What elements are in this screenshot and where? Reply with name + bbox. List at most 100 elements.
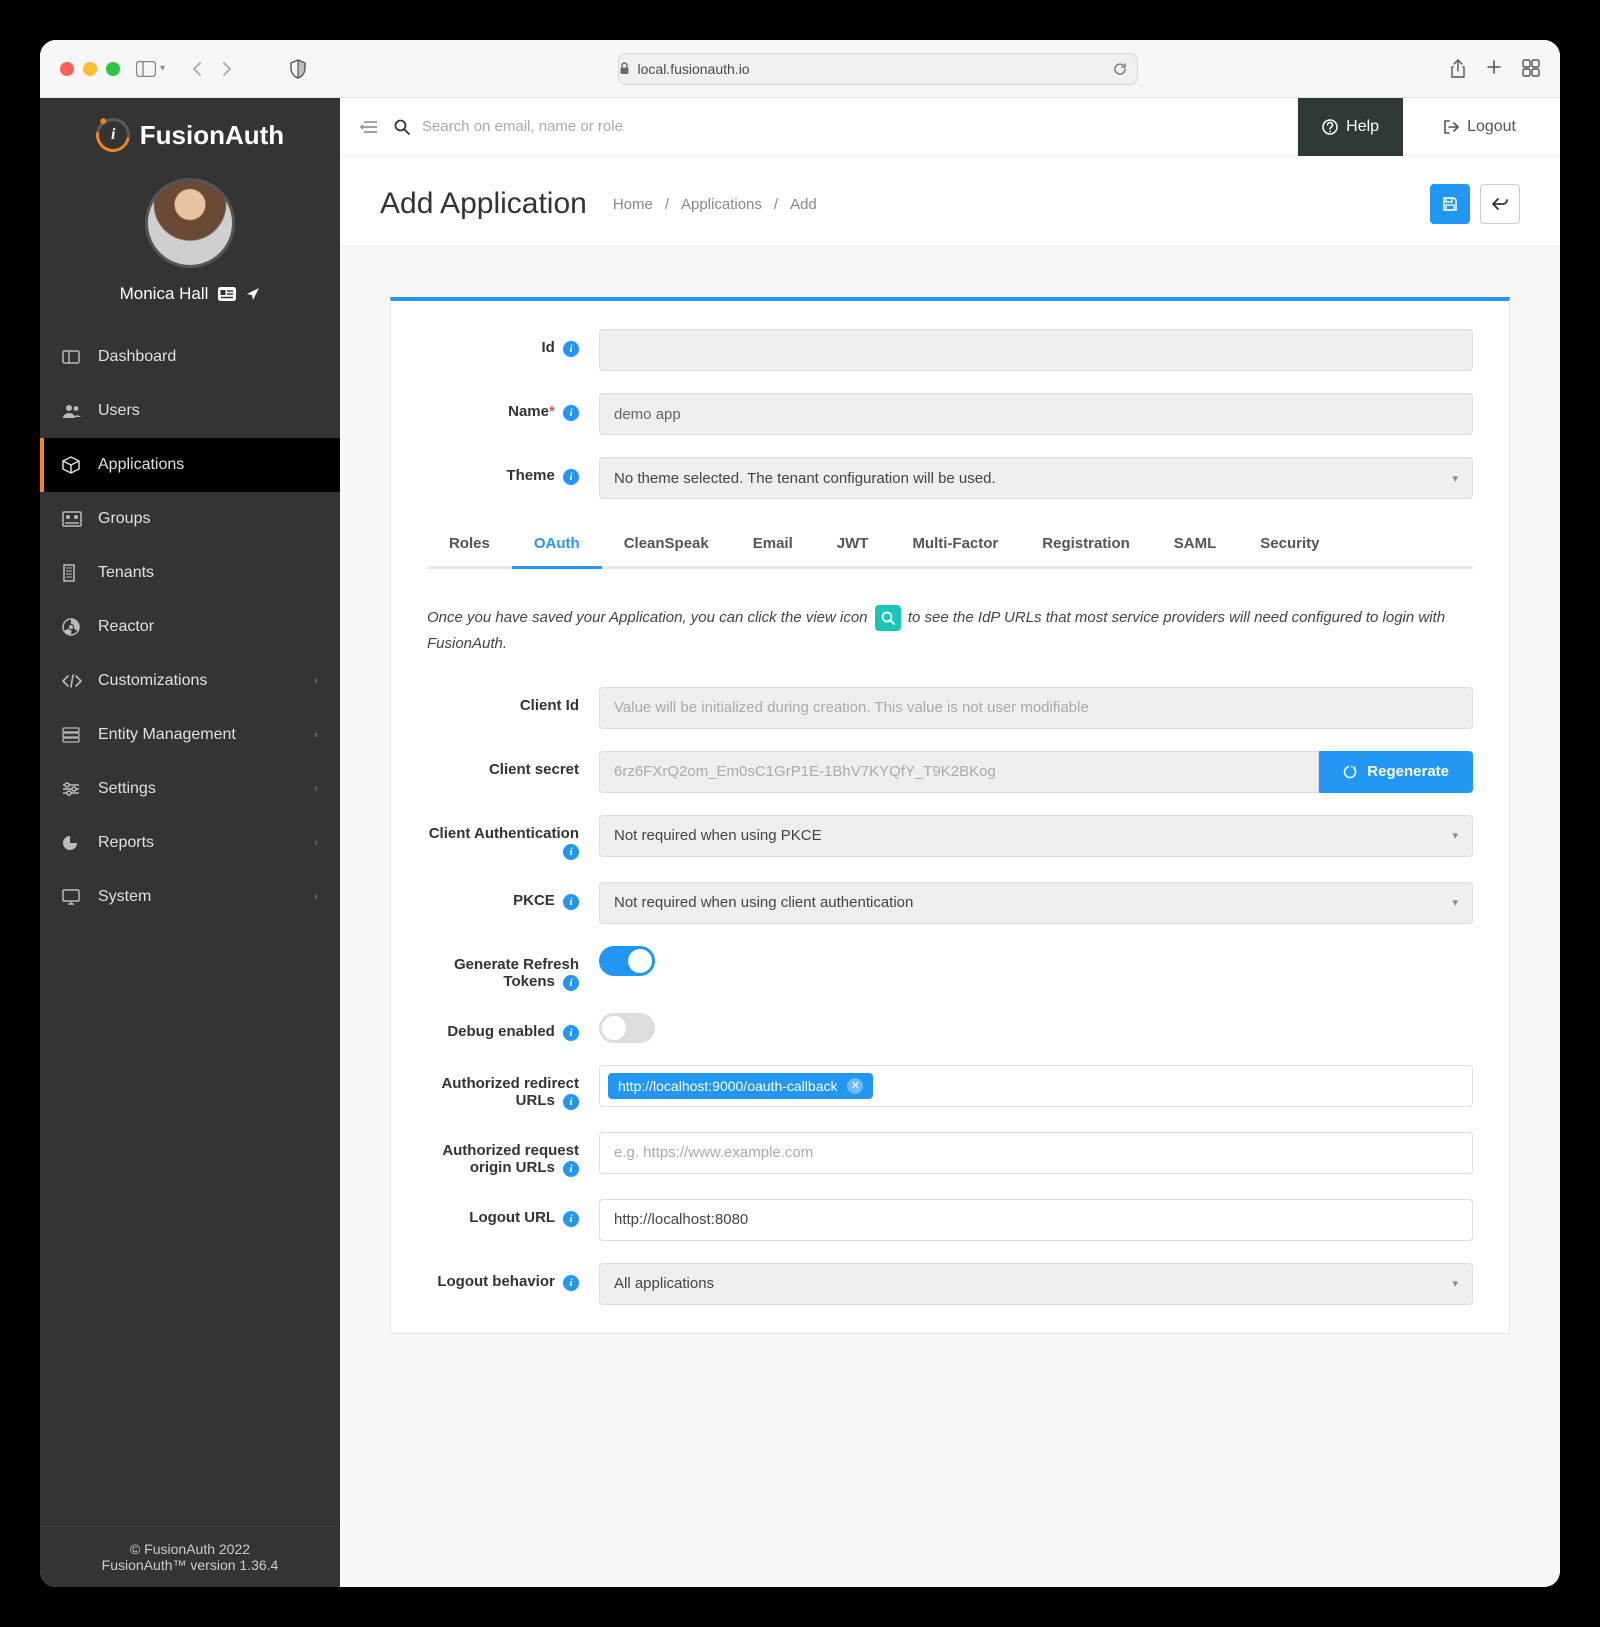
shield-icon[interactable] <box>289 59 307 79</box>
cube-icon <box>62 456 82 474</box>
sidebar-item-reports[interactable]: Reports‹ <box>40 816 340 870</box>
theme-select[interactable]: No theme selected. The tenant configurat… <box>599 457 1473 499</box>
logout-button[interactable]: Logout <box>1419 98 1540 156</box>
tab-overview-icon[interactable] <box>1522 59 1540 79</box>
tab-oauth[interactable]: OAuth <box>512 521 602 569</box>
sidebar-nav: Dashboard Users Applications Groups Tena… <box>40 330 340 1526</box>
origin-urls-label: Authorized request origin URLs i <box>427 1132 599 1177</box>
redirect-urls-label: Authorized redirect URLs i <box>427 1065 599 1110</box>
origin-urls-input[interactable] <box>599 1132 1473 1174</box>
back-button[interactable] <box>1480 184 1520 224</box>
remove-chip-icon[interactable]: ✕ <box>847 1078 863 1094</box>
page-title: Add Application <box>380 187 587 221</box>
breadcrumb-applications[interactable]: Applications <box>681 196 762 213</box>
tab-registration[interactable]: Registration <box>1020 521 1152 569</box>
sidebar-item-label: Applications <box>98 456 184 474</box>
chevron-left-icon: ‹ <box>314 783 318 795</box>
info-icon[interactable]: i <box>563 1094 579 1110</box>
info-icon[interactable]: i <box>563 975 579 991</box>
sidebar-item-groups[interactable]: Groups <box>40 492 340 546</box>
logout-behavior-select[interactable]: All applications▾ <box>599 1263 1473 1305</box>
tab-cleanspeak[interactable]: CleanSpeak <box>602 521 731 569</box>
address-bar[interactable]: local.fusionauth.io <box>618 53 1138 85</box>
tab-security[interactable]: Security <box>1238 521 1341 569</box>
collapse-sidebar-icon[interactable] <box>360 120 378 134</box>
id-label: Id i <box>427 329 599 357</box>
users-icon <box>62 404 82 418</box>
window-minimize-icon[interactable] <box>83 62 97 76</box>
id-input[interactable] <box>599 329 1473 371</box>
breadcrumb-current: Add <box>790 196 817 213</box>
client-auth-select[interactable]: Not required when using PKCE▾ <box>599 815 1473 857</box>
theme-label: Theme i <box>427 457 599 485</box>
name-input[interactable] <box>599 393 1473 435</box>
tab-email[interactable]: Email <box>731 521 815 569</box>
info-icon[interactable]: i <box>563 1025 579 1041</box>
chevron-down-icon: ▾ <box>1452 1277 1458 1290</box>
chevron-left-icon: ‹ <box>314 675 318 687</box>
info-icon[interactable]: i <box>563 1161 579 1177</box>
redirect-urls-input[interactable]: http://localhost:9000/oauth-callback ✕ <box>599 1065 1473 1107</box>
sidebar-item-settings[interactable]: Settings ‹ <box>40 762 340 816</box>
window-zoom-icon[interactable] <box>106 62 120 76</box>
dashboard-icon <box>62 350 82 364</box>
client-auth-label: Client Authentication i <box>427 815 599 860</box>
save-button[interactable] <box>1430 184 1470 224</box>
reactor-icon <box>62 618 82 636</box>
sidebar-toggle-icon[interactable]: ▾ <box>136 61 165 77</box>
sidebar-item-reactor[interactable]: Reactor <box>40 600 340 654</box>
location-arrow-icon[interactable] <box>246 287 260 301</box>
share-icon[interactable] <box>1450 59 1466 79</box>
search-input[interactable] <box>422 118 822 135</box>
sidebar-item-customizations[interactable]: Customizations‹ <box>40 654 340 708</box>
oauth-hint: Once you have saved your Application, yo… <box>427 605 1473 657</box>
chevron-left-icon: ‹ <box>314 729 318 741</box>
version: FusionAuth™ version 1.36.4 <box>54 1557 326 1573</box>
sidebar-item-label: Groups <box>98 510 150 528</box>
tab-jwt[interactable]: JWT <box>815 521 891 569</box>
form-tabs: Roles OAuth CleanSpeak Email JWT Multi-F… <box>427 521 1473 569</box>
generate-refresh-toggle[interactable] <box>599 946 655 976</box>
avatar[interactable] <box>145 178 235 268</box>
info-icon[interactable]: i <box>563 405 579 421</box>
id-card-icon[interactable] <box>218 287 236 301</box>
sidebar-item-users[interactable]: Users <box>40 384 340 438</box>
sidebar-item-label: Settings <box>98 780 156 798</box>
breadcrumb-home[interactable]: Home <box>613 196 653 213</box>
sidebar-item-tenants[interactable]: Tenants <box>40 546 340 600</box>
reload-icon[interactable] <box>1113 62 1137 76</box>
search-icon <box>394 119 410 135</box>
form-card: Id i Name* i Theme i No theme selected. <box>390 297 1510 1334</box>
redirect-url-chip[interactable]: http://localhost:9000/oauth-callback ✕ <box>608 1073 873 1099</box>
info-icon[interactable]: i <box>563 469 579 485</box>
debug-toggle[interactable] <box>599 1013 655 1043</box>
info-icon[interactable]: i <box>563 894 579 910</box>
new-tab-icon[interactable] <box>1486 59 1502 79</box>
tab-saml[interactable]: SAML <box>1152 521 1239 569</box>
sidebar-item-label: System <box>98 888 151 906</box>
theme-value: No theme selected. The tenant configurat… <box>614 470 996 487</box>
info-icon[interactable]: i <box>563 1275 579 1291</box>
nav-forward-icon[interactable] <box>221 61 233 77</box>
page-header: Add Application Home/ Applications/ Add <box>340 156 1560 247</box>
info-icon[interactable]: i <box>563 844 579 860</box>
info-icon[interactable]: i <box>563 341 579 357</box>
sidebar-item-entity-management[interactable]: Entity Management ‹ <box>40 708 340 762</box>
tab-multifactor[interactable]: Multi-Factor <box>890 521 1020 569</box>
tab-roles[interactable]: Roles <box>427 521 512 569</box>
client-id-input <box>599 687 1473 729</box>
desktop-icon <box>62 889 82 905</box>
logout-url-label: Logout URL i <box>427 1199 599 1227</box>
nav-back-icon[interactable] <box>191 61 203 77</box>
chevron-down-icon: ▾ <box>1452 472 1458 485</box>
sidebar-item-dashboard[interactable]: Dashboard <box>40 330 340 384</box>
window-close-icon[interactable] <box>60 62 74 76</box>
logout-url-input[interactable] <box>599 1199 1473 1241</box>
info-icon[interactable]: i <box>563 1211 579 1227</box>
pkce-select[interactable]: Not required when using client authentic… <box>599 882 1473 924</box>
sidebar-item-applications[interactable]: Applications <box>40 438 340 492</box>
help-button[interactable]: Help <box>1297 98 1403 156</box>
sidebar-item-label: Entity Management <box>98 726 236 744</box>
regenerate-button[interactable]: Regenerate <box>1319 751 1473 793</box>
sidebar-item-system[interactable]: System‹ <box>40 870 340 924</box>
